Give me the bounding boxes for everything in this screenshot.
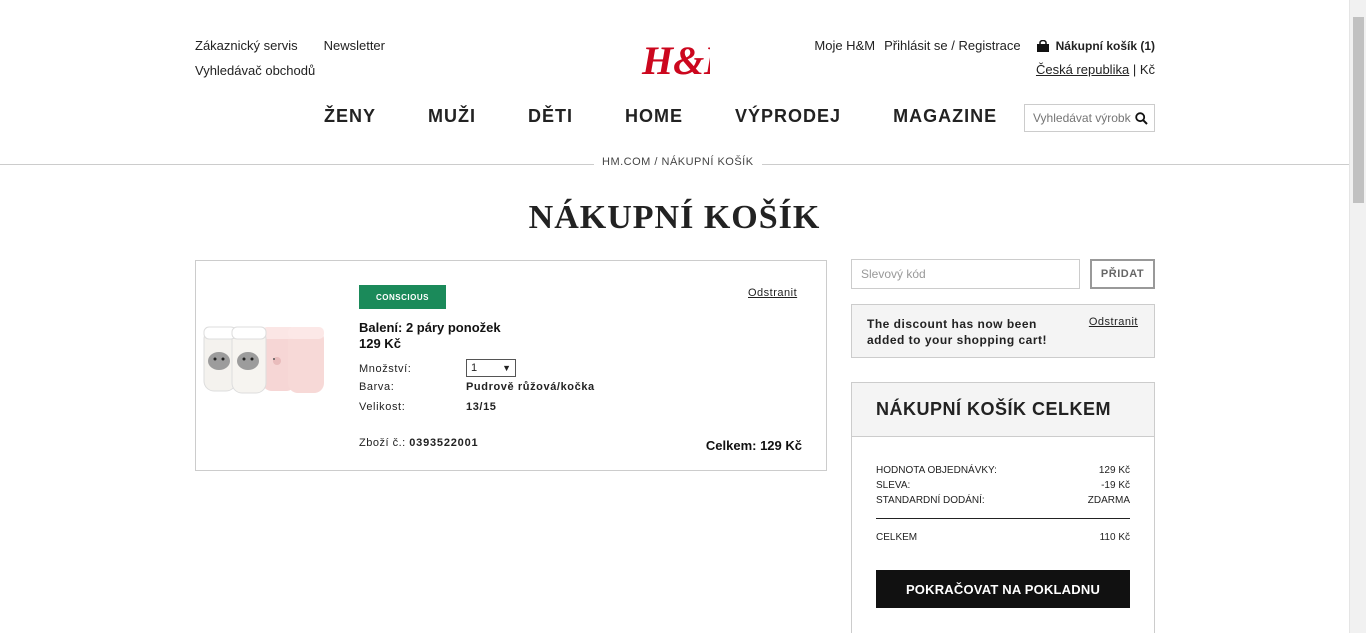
page-scrollbar[interactable] xyxy=(1349,0,1366,633)
summary-rows: HODNOTA OBJEDNÁVKY: 129 Kč SLEVA: -19 Kč… xyxy=(876,463,1130,508)
promo-code-input[interactable]: Slevový kód xyxy=(851,259,1080,289)
color-value: Pudrově růžová/kočka xyxy=(466,381,595,393)
discount-notice-message: The discount has now been added to your … xyxy=(867,317,1048,347)
nav-item-women[interactable]: ŽENY xyxy=(324,106,376,127)
search-input[interactable] xyxy=(1025,106,1131,130)
size-value: 13/15 xyxy=(466,401,497,413)
article-number-value: 0393522001 xyxy=(409,437,479,449)
quantity-label: Množství: xyxy=(359,363,412,375)
summary-total-row: CELKEM 110 Kč xyxy=(876,532,1130,543)
add-promo-button[interactable]: PŘIDAT xyxy=(1090,259,1155,289)
utility-links-right: Moje H&M Přihlásit se / Registrace Nákup… xyxy=(814,38,1155,77)
customer-service-link[interactable]: Zákaznický servis xyxy=(195,38,298,53)
checkout-button[interactable]: POKRAČOVAT NA POKLADNU xyxy=(876,570,1130,608)
product-name[interactable]: Balení: 2 páry ponožek xyxy=(359,320,501,335)
newsletter-link[interactable]: Newsletter xyxy=(324,38,385,53)
search-icon[interactable] xyxy=(1131,108,1151,128)
cart-link[interactable]: Nákupní košík (1) xyxy=(1036,39,1155,53)
summary-row-value: ZDARMA xyxy=(1087,495,1130,506)
article-label: Zboží č.: xyxy=(359,437,406,449)
country-separator: | xyxy=(1132,62,1137,77)
summary-row-value: -19 Kč xyxy=(1101,480,1130,491)
discount-notice: The discount has now been added to your … xyxy=(851,304,1155,358)
nav-item-home[interactable]: HOME xyxy=(625,106,683,127)
article-number: Zboží č.: 0393522001 xyxy=(359,437,478,449)
conscious-badge: CONSCIOUS xyxy=(359,285,446,309)
summary-row-value: 129 Kč xyxy=(1098,465,1130,476)
main-navigation: ŽENY MUŽI DĚTI HOME VÝPRODEJ MAGAZINE xyxy=(324,106,997,127)
login-link[interactable]: Přihlásit se / Registrace xyxy=(884,38,1021,53)
product-price: 129 Kč xyxy=(359,336,401,351)
quantity-select[interactable]: 1 ▼ xyxy=(466,359,516,377)
summary-row-shipping: STANDARDNÍ DODÁNÍ: ZDARMA xyxy=(876,493,1130,508)
size-label: Velikost: xyxy=(359,401,406,413)
nav-item-kids[interactable]: DĚTI xyxy=(528,106,573,127)
shopping-bag-icon xyxy=(1036,39,1049,52)
summary-total-value: 110 Kč xyxy=(1099,532,1130,543)
hm-logo[interactable]: H&M xyxy=(640,36,741,84)
nav-item-sale[interactable]: VÝPRODEJ xyxy=(735,106,841,127)
currency-label: Kč xyxy=(1139,62,1155,77)
scrollbar-thumb[interactable] xyxy=(1353,17,1364,203)
hm-logo-mark: H&M xyxy=(641,38,741,83)
socks-image xyxy=(203,326,324,394)
cart-label: Nákupní košík (1) xyxy=(1055,38,1155,53)
my-hm-link[interactable]: Moje H&M xyxy=(814,38,875,53)
item-total: Celkem: 129 Kč xyxy=(705,438,802,453)
cart-summary: NÁKUPNÍ KOŠÍK CELKEM HODNOTA OBJEDNÁVKY:… xyxy=(851,382,1155,633)
store-locator-link[interactable]: Vyhledávač obchodů xyxy=(195,63,315,78)
breadcrumb[interactable]: HM.COM / NÁKUPNÍ KOŠÍK xyxy=(594,156,762,168)
hm-logo-text: H&M xyxy=(641,38,710,83)
search-box xyxy=(1024,104,1155,132)
remove-item-link[interactable]: Odstranit xyxy=(748,287,797,299)
summary-row-label: SLEVA: xyxy=(876,480,911,491)
cart-item: CONSCIOUS Odstranit Balení: 2 páry ponož… xyxy=(195,260,827,471)
product-image[interactable] xyxy=(202,321,332,411)
page-title: NÁKUPNÍ KOŠÍK xyxy=(528,199,821,236)
dropdown-arrow-icon: ▼ xyxy=(502,363,511,373)
summary-row-discount: SLEVA: -19 Kč xyxy=(876,478,1130,493)
utility-links-left: Zákaznický servis Newsletter Vyhledávač … xyxy=(195,38,385,78)
nav-item-magazine[interactable]: MAGAZINE xyxy=(893,106,997,127)
country-link[interactable]: Česká republika xyxy=(1036,62,1129,77)
summary-title: NÁKUPNÍ KOŠÍK CELKEM xyxy=(852,383,1154,437)
summary-row-order-value: HODNOTA OBJEDNÁVKY: 129 Kč xyxy=(876,463,1130,478)
color-label: Barva: xyxy=(359,381,395,393)
nav-item-men[interactable]: MUŽI xyxy=(428,106,476,127)
summary-divider xyxy=(876,518,1130,519)
remove-discount-link[interactable]: Odstranit xyxy=(1089,316,1138,328)
summary-row-label: HODNOTA OBJEDNÁVKY: xyxy=(876,465,997,476)
quantity-value: 1 xyxy=(471,362,478,374)
summary-total-label: CELKEM xyxy=(876,532,918,543)
summary-row-label: STANDARDNÍ DODÁNÍ: xyxy=(876,495,985,506)
